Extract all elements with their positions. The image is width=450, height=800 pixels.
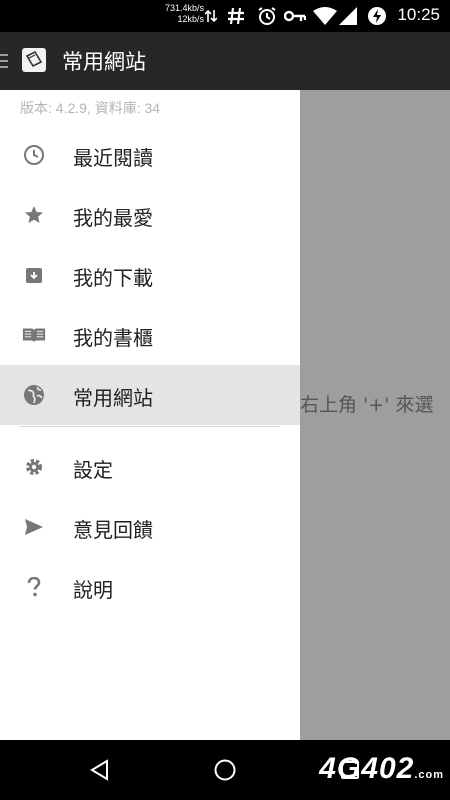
star-icon xyxy=(22,203,46,227)
drawer-item-label: 我的最愛 xyxy=(73,206,153,230)
clock-icon xyxy=(22,143,46,167)
status-bar: 731.4kb/s 12kb/s 10:25 xyxy=(0,0,450,32)
drawer-item-downloads[interactable]: 我的下載 xyxy=(0,245,300,305)
drawer-item-label: 我的下載 xyxy=(73,266,153,290)
version-info: 版本: 4.2.9, 資料庫: 34 xyxy=(20,100,161,116)
home-icon[interactable] xyxy=(211,756,239,784)
signal-icon xyxy=(339,6,357,26)
app-bar: 常用網站 xyxy=(0,32,450,90)
menu-icon[interactable] xyxy=(0,54,8,72)
drawer-item-label: 設定 xyxy=(73,458,113,482)
alarm-icon xyxy=(256,6,278,26)
app-logo[interactable] xyxy=(22,48,46,72)
globe-icon xyxy=(22,383,46,407)
drawer-item-feedback[interactable]: 意見回饋 xyxy=(0,497,300,557)
navigation-drawer: 版本: 4.2.9, 資料庫: 34 最近閱讀 我的最愛 我的下載 我的書櫃 常… xyxy=(0,90,300,740)
drawer-item-bookshelf[interactable]: 我的書櫃 xyxy=(0,305,300,365)
gear-icon xyxy=(22,455,46,479)
drawer-item-websites[interactable]: 常用網站 xyxy=(0,365,300,425)
drawer-item-recent[interactable]: 最近閱讀 xyxy=(0,125,300,185)
drawer-item-favorites[interactable]: 我的最愛 xyxy=(0,185,300,245)
watermark-logo: 4G402.com xyxy=(319,752,444,786)
help-icon xyxy=(22,575,46,599)
upload-speed: 731.4kb/s xyxy=(164,3,204,13)
back-icon[interactable] xyxy=(86,756,114,784)
hash-icon xyxy=(226,6,246,26)
drawer-item-help[interactable]: 說明 xyxy=(0,557,300,617)
data-transfer-icon xyxy=(204,6,218,26)
drawer-item-settings[interactable]: 設定 xyxy=(0,437,300,497)
drawer-item-label: 最近閱讀 xyxy=(73,146,153,170)
wifi-icon xyxy=(313,6,337,26)
drawer-item-label: 說明 xyxy=(73,578,113,602)
battery-charging-icon xyxy=(366,6,388,26)
archive-icon xyxy=(22,263,46,287)
book-icon xyxy=(22,323,46,347)
watermark-brand: 4G402 xyxy=(319,752,415,785)
drawer-item-label: 意見回饋 xyxy=(73,518,153,542)
watermark-suffix: .com xyxy=(414,769,444,781)
content-hint-text: 右上角 '+' 來選 xyxy=(300,394,434,416)
drawer-divider xyxy=(20,426,280,427)
app-title: 常用網站 xyxy=(62,50,146,74)
status-time: 10:25 xyxy=(397,5,440,24)
drawer-item-label: 常用網站 xyxy=(73,386,153,410)
drawer-item-label: 我的書櫃 xyxy=(73,326,153,350)
vpn-key-icon xyxy=(284,6,306,26)
send-icon xyxy=(22,515,46,539)
download-speed: 12kb/s xyxy=(177,14,204,24)
network-speed: 731.4kb/s 12kb/s xyxy=(148,3,204,25)
